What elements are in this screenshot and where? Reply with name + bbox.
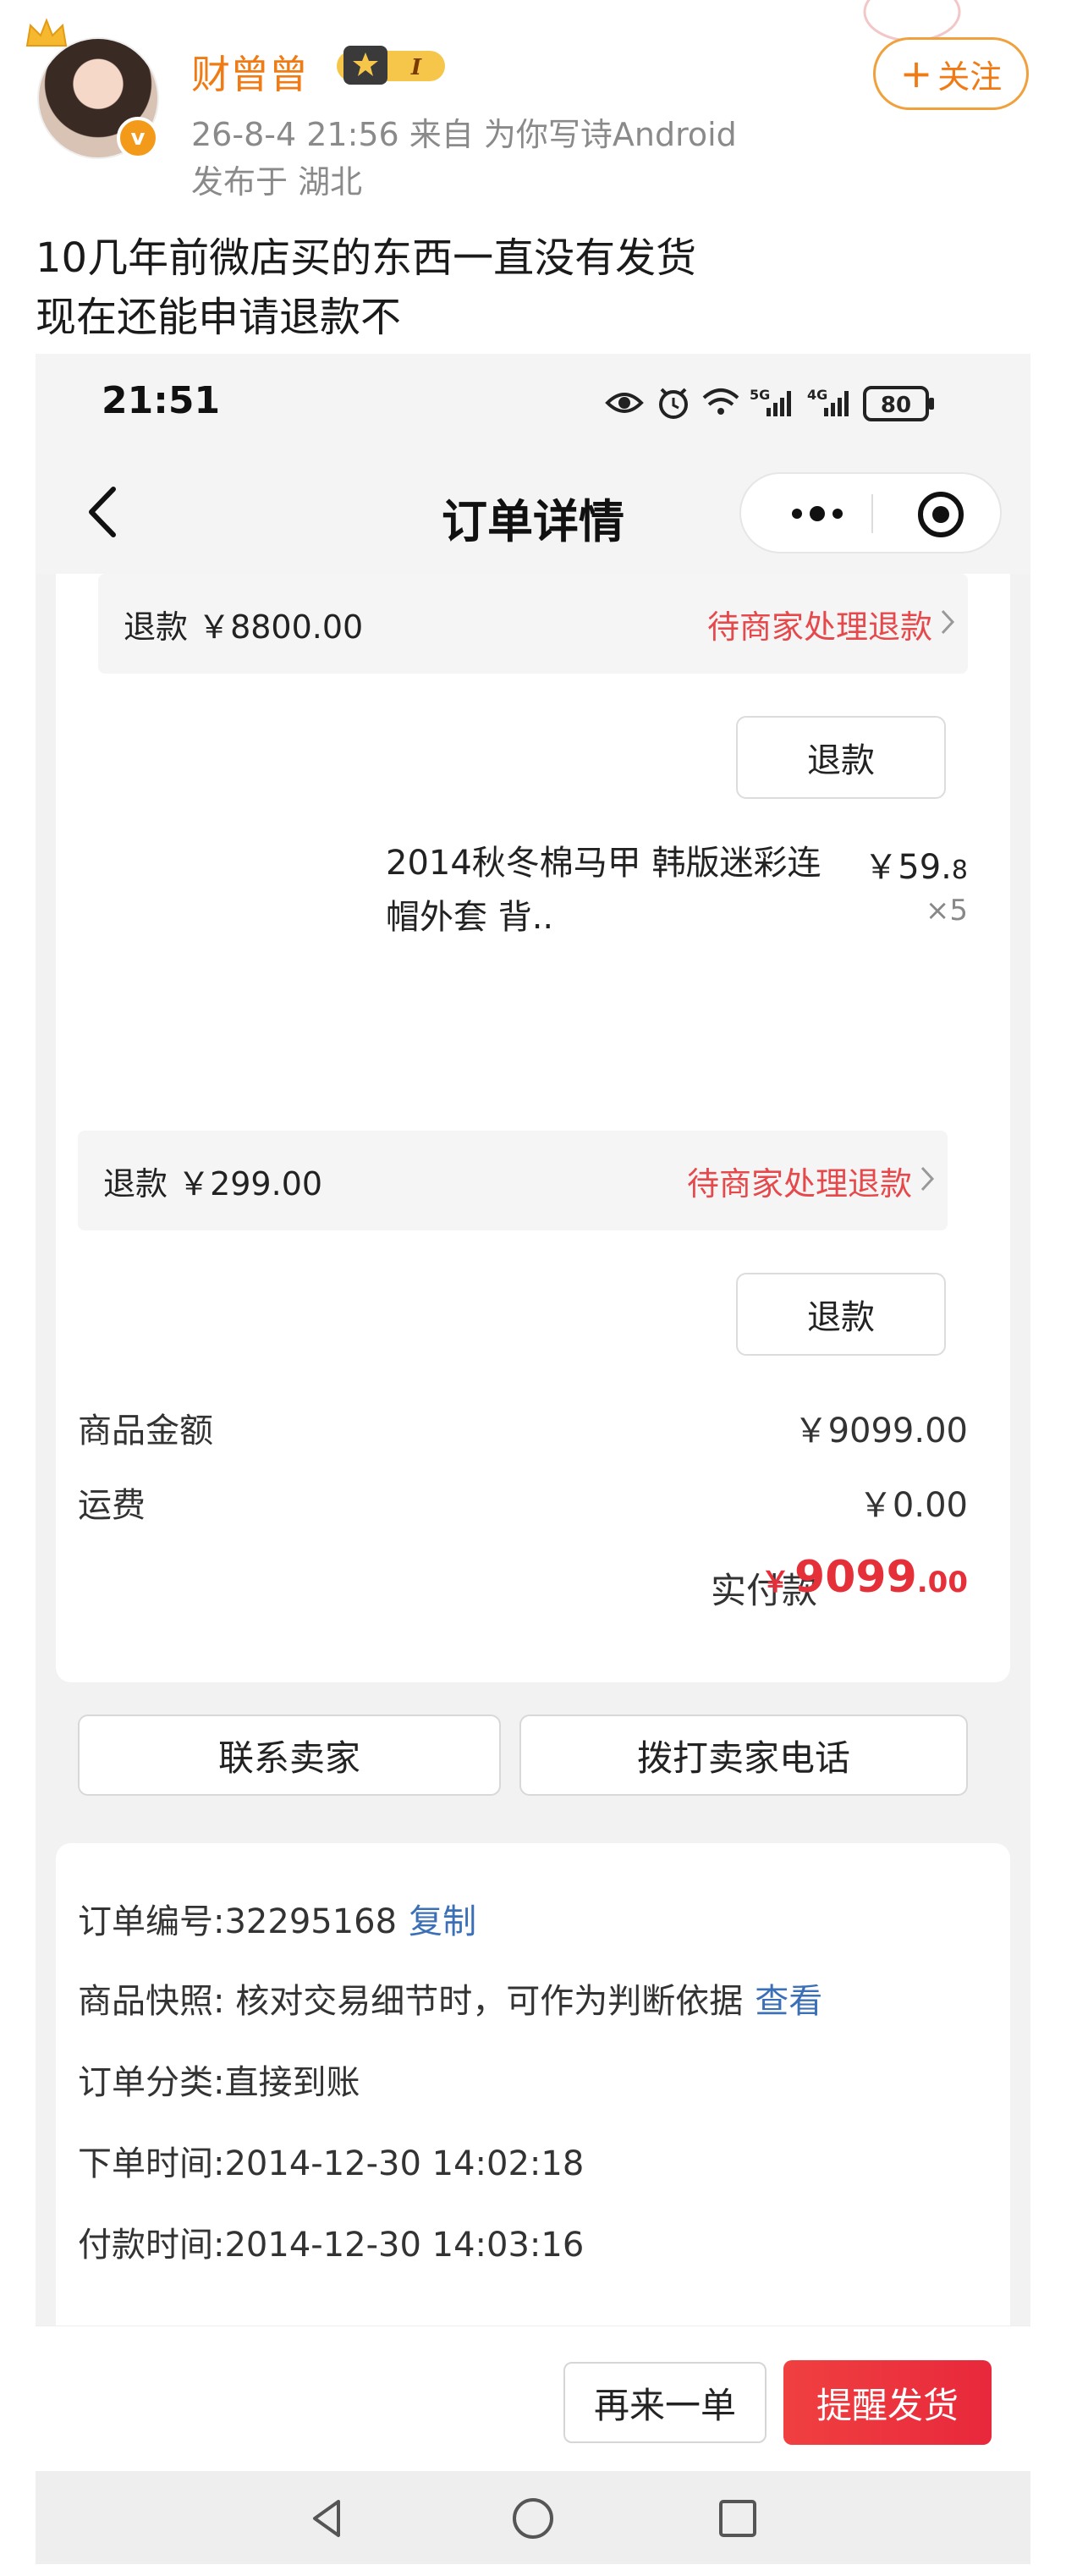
- order-info-card: 订单编号:32295168 复制 商品快照: 核对交易细节时，可作为判断依据 查看 …: [56, 1843, 1010, 2351]
- paid-dec: .00: [916, 1566, 968, 1599]
- refund-amount: 退款 ￥299.00: [103, 1165, 323, 1203]
- follow-button[interactable]: + 关注: [873, 37, 1029, 110]
- product-quantity: ×5: [925, 894, 968, 927]
- capsule-divider: [871, 494, 873, 533]
- eye-icon: [605, 393, 644, 413]
- remind-shipping-button[interactable]: 提醒发货: [783, 2360, 992, 2445]
- bottom-action-bar: 再来一单 提醒发货: [36, 2326, 1030, 2472]
- refund-status-row[interactable]: 退款 ￥299.00 待商家处理退款: [78, 1131, 948, 1230]
- order-items-card: 退款 ￥8800.00 待商家处理退款 退款 2014秋冬棉马甲 韩版迷彩连帽外…: [56, 574, 1010, 1796]
- paid-currency: ￥: [761, 1566, 790, 1599]
- rank-badge-label: I: [410, 55, 422, 80]
- snapshot-line: 商品快照: 核对交易细节时，可作为判断依据 查看: [78, 1973, 822, 2023]
- home-icon[interactable]: [509, 2495, 557, 2542]
- chevron-right-icon: [920, 1166, 935, 1192]
- post-text: 10几年前微店买的东西一直没有发货 现在还能申请退款不: [36, 228, 696, 347]
- post-meta: 26-8-4 21:56 来自 为你写诗Android: [191, 116, 737, 153]
- shipping-value: ￥0.00: [858, 1486, 968, 1525]
- contact-seller-button[interactable]: 联系卖家: [78, 1715, 501, 1796]
- product-price-dec: 8: [951, 856, 968, 885]
- refund-status: 待商家处理退款: [686, 1165, 912, 1203]
- verified-icon: v: [117, 117, 159, 159]
- post-text-line: 现在还能申请退款不: [36, 294, 402, 341]
- username[interactable]: 财曾曾: [191, 44, 308, 100]
- reorder-button[interactable]: 再来一单: [563, 2362, 767, 2443]
- signal-5g-icon: 5G: [750, 387, 791, 416]
- clock: 21:51: [102, 379, 221, 422]
- chevron-right-icon: [941, 609, 955, 635]
- mini-program-capsule: [739, 472, 1002, 553]
- nav-bar: 订单详情: [36, 449, 1030, 574]
- refund-status-row[interactable]: 退款 ￥8800.00 待商家处理退款: [98, 574, 968, 674]
- rank-badge-icon: I: [337, 46, 445, 85]
- signal-4g-icon: 4G: [807, 387, 849, 416]
- wifi-icon: [702, 388, 739, 415]
- embedded-screenshot: 21:51 5G 4G 80 订单详情 退款 ￥8800.00 待商家处理退款 …: [36, 354, 1030, 2564]
- refund-button[interactable]: 退款: [736, 716, 946, 799]
- copy-link[interactable]: 复制: [409, 1902, 476, 1941]
- recents-icon[interactable]: [714, 2495, 761, 2542]
- order-category: 订单分类:直接到账: [78, 2063, 360, 2102]
- back-icon[interactable]: [305, 2495, 352, 2542]
- order-number: 订单编号:32295168 复制: [78, 1894, 476, 1943]
- refund-button[interactable]: 退款: [736, 1273, 946, 1356]
- post-location: 发布于 湖北: [191, 163, 363, 201]
- more-icon[interactable]: [783, 493, 851, 535]
- paid-amount: ￥ 9099.00: [761, 1552, 968, 1603]
- post-text-line: 10几年前微店买的东西一直没有发货: [36, 234, 697, 282]
- snapshot-text: 商品快照: 核对交易细节时，可作为判断依据: [78, 1982, 744, 2021]
- stamp-icon: [863, 0, 961, 42]
- plus-icon: +: [899, 51, 933, 96]
- close-miniprogram-icon[interactable]: [915, 489, 966, 540]
- status-bar: 21:51 5G 4G 80: [36, 354, 1030, 449]
- product-name[interactable]: 2014秋冬棉马甲 韩版迷彩连帽外套 背..: [386, 836, 843, 944]
- alarm-icon: [659, 388, 688, 419]
- order-time: 下单时间:2014-12-30 14:02:18: [78, 2144, 585, 2183]
- goods-amount-value: ￥9099.00: [794, 1412, 968, 1450]
- refund-status: 待商家处理退款: [706, 608, 932, 646]
- svg-text:5G: 5G: [750, 387, 770, 403]
- battery-icon: 80: [863, 386, 934, 421]
- goods-amount-label: 商品金额: [78, 1412, 213, 1450]
- refund-amount: 退款 ￥8800.00: [124, 608, 364, 646]
- view-snapshot-link[interactable]: 查看: [755, 1982, 822, 2021]
- system-nav-bar: [36, 2471, 1030, 2564]
- svg-text:4G: 4G: [807, 387, 827, 403]
- crown-icon: [25, 18, 68, 47]
- status-icons: 5G 4G 80: [605, 386, 934, 421]
- battery-level: 80: [881, 393, 911, 418]
- order-number-text: 订单编号:32295168: [78, 1902, 398, 1941]
- call-seller-button[interactable]: 拨打卖家电话: [519, 1715, 968, 1796]
- payment-time: 付款时间:2014-12-30 14:03:16: [78, 2226, 585, 2265]
- shipping-label: 运费: [78, 1486, 146, 1525]
- paid-int: 9099: [794, 1552, 917, 1603]
- follow-label: 关注: [937, 58, 1003, 96]
- product-price-int: ￥59.: [864, 848, 952, 887]
- product-price: ￥59.8: [864, 839, 968, 889]
